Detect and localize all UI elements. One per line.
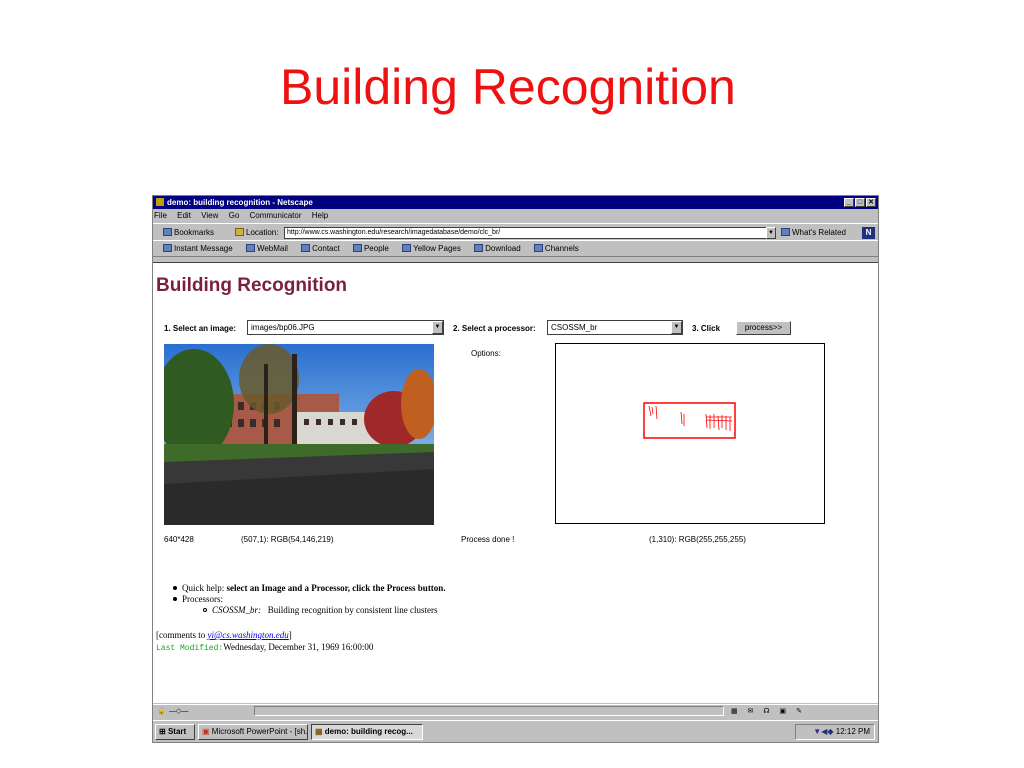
processor-select-value: CSOSSM_br xyxy=(551,323,598,332)
click-label: 3. Click xyxy=(692,324,721,333)
chevron-down-icon[interactable]: ▼ xyxy=(432,321,443,334)
processor-select[interactable]: CSOSSM_br ▼ xyxy=(547,320,683,335)
netscape-app-icon xyxy=(156,198,164,206)
tray-icons[interactable]: ▼◀◆ xyxy=(813,727,835,736)
image-select-value: images/bp06.JPG xyxy=(251,323,315,332)
netscape-logo[interactable]: N xyxy=(862,227,875,239)
comments-line: [comments to yi@cs.washington.edu] xyxy=(156,630,292,640)
channels-button[interactable]: Channels xyxy=(533,244,579,253)
result-canvas xyxy=(555,343,825,524)
instant-message-icon xyxy=(163,244,172,252)
taskbar-item-powerpoint[interactable]: ▣ Microsoft PowerPoint - [sh... xyxy=(198,724,308,740)
progress-icon: —◇— xyxy=(169,708,189,715)
select-processor-label: 2. Select a processor: xyxy=(453,324,536,333)
component-bar-icons[interactable]: ▦ ✉ ☊ ▣ ✎ xyxy=(731,705,806,718)
processor-desc: Building recognition by consistent line … xyxy=(267,605,438,615)
system-tray: ▼◀◆ 12:12 PM xyxy=(795,724,875,740)
image-size-text: 640*428 xyxy=(164,535,194,544)
bookmark-page-icon xyxy=(352,244,362,252)
process-status: Process done ! xyxy=(461,535,515,544)
browser-title-bar[interactable]: demo: building recognition - Netscape _ □… xyxy=(153,196,878,209)
bookmark-page-icon xyxy=(301,244,311,252)
bookmarks-button[interactable]: Bookmarks xyxy=(163,224,214,241)
yellow-pages-button[interactable]: Yellow Pages xyxy=(402,244,461,253)
menu-edit[interactable]: Edit xyxy=(177,211,191,220)
window-controls: _ □ ✕ xyxy=(843,198,876,207)
security-lock-icon[interactable]: 🔓 xyxy=(157,705,166,718)
whats-related-icon xyxy=(781,228,790,236)
process-button[interactable]: process>> xyxy=(736,321,791,335)
select-image-label: 1. Select an image: xyxy=(164,324,237,333)
processor-detail-item: CSOSSM_br: Building recognition by consi… xyxy=(173,605,446,616)
last-modified-label: Last Modified: xyxy=(156,644,224,653)
location-label: Location: xyxy=(235,224,278,241)
line-clusters xyxy=(648,405,733,431)
quick-help-item: Quick help: select an Image and a Proces… xyxy=(173,583,446,594)
menu-file[interactable]: File xyxy=(154,211,167,220)
webmail-button[interactable]: WebMail xyxy=(245,244,288,253)
contact-button[interactable]: Contact xyxy=(301,244,340,253)
last-modified-value: Wednesday, December 31, 1969 16:00:00 xyxy=(223,642,374,652)
detection-result xyxy=(643,402,736,439)
processors-item: Processors: xyxy=(173,594,446,605)
menu-bar: File Edit View Go Communicator Help xyxy=(153,209,878,223)
netscape-icon: ▦ xyxy=(315,727,323,736)
last-modified-line: Last Modified:Wednesday, December 31, 19… xyxy=(156,642,373,654)
processor-name: CSOSSM_br: xyxy=(212,605,261,615)
menu-view[interactable]: View xyxy=(201,211,218,220)
clock: 12:12 PM xyxy=(835,727,870,736)
personal-toolbar: Instant Message WebMail Contact People Y… xyxy=(153,240,878,256)
right-pixel-info: (1,310): RGB(255,255,255) xyxy=(649,535,746,544)
page-content: Building Recognition 1. Select an image:… xyxy=(153,262,878,703)
bookmark-page-icon xyxy=(474,244,484,252)
browser-window: demo: building recognition - Netscape _ □… xyxy=(152,195,879,743)
powerpoint-icon: ▣ xyxy=(202,727,210,736)
location-icon xyxy=(235,228,244,236)
location-dropdown-button[interactable]: ▼ xyxy=(766,227,776,239)
building-photo xyxy=(164,344,434,525)
page-heading: Building Recognition xyxy=(156,275,348,296)
bookmarks-icon xyxy=(163,228,172,236)
windows-logo-icon: ⊞ xyxy=(159,727,166,736)
status-bar: 🔓 —◇— ▦ ✉ ☊ ▣ ✎ xyxy=(153,704,878,717)
email-link[interactable]: yi@cs.washington.edu xyxy=(208,630,289,640)
location-toolbar: Bookmarks Location: http://www.cs.washin… xyxy=(153,223,878,240)
bookmark-page-icon xyxy=(402,244,412,252)
location-input[interactable]: http://www.cs.washington.edu/research/im… xyxy=(284,227,767,239)
status-text-field xyxy=(254,706,724,716)
menu-go[interactable]: Go xyxy=(229,211,240,220)
help-section: Quick help: select an Image and a Proces… xyxy=(173,583,446,616)
close-button[interactable]: ✕ xyxy=(866,198,876,207)
image-select[interactable]: images/bp06.JPG ▼ xyxy=(247,320,444,335)
left-pixel-info: (507,1): RGB(54,146,219) xyxy=(241,535,334,544)
windows-taskbar: ⊞ Start ▣ Microsoft PowerPoint - [sh... … xyxy=(153,720,878,742)
people-button[interactable]: People xyxy=(352,244,389,253)
minimize-button[interactable]: _ xyxy=(844,198,854,207)
browser-title: demo: building recognition - Netscape xyxy=(167,198,313,207)
whats-related-button[interactable]: What's Related xyxy=(781,224,846,241)
slide-title: Building Recognition xyxy=(280,59,736,115)
menu-help[interactable]: Help xyxy=(312,211,328,220)
start-button[interactable]: ⊞ Start xyxy=(155,724,195,740)
bookmark-page-icon xyxy=(245,244,255,252)
taskbar-item-netscape[interactable]: ▦ demo: building recog... xyxy=(311,724,423,740)
chevron-down-icon[interactable]: ▼ xyxy=(671,321,682,334)
maximize-button[interactable]: □ xyxy=(855,198,865,207)
input-building-image xyxy=(164,344,434,525)
options-label: Options: xyxy=(471,349,501,358)
menu-communicator[interactable]: Communicator xyxy=(250,211,302,220)
instant-message-button[interactable]: Instant Message xyxy=(163,244,233,253)
channels-icon xyxy=(533,244,543,252)
download-button[interactable]: Download xyxy=(474,244,521,253)
